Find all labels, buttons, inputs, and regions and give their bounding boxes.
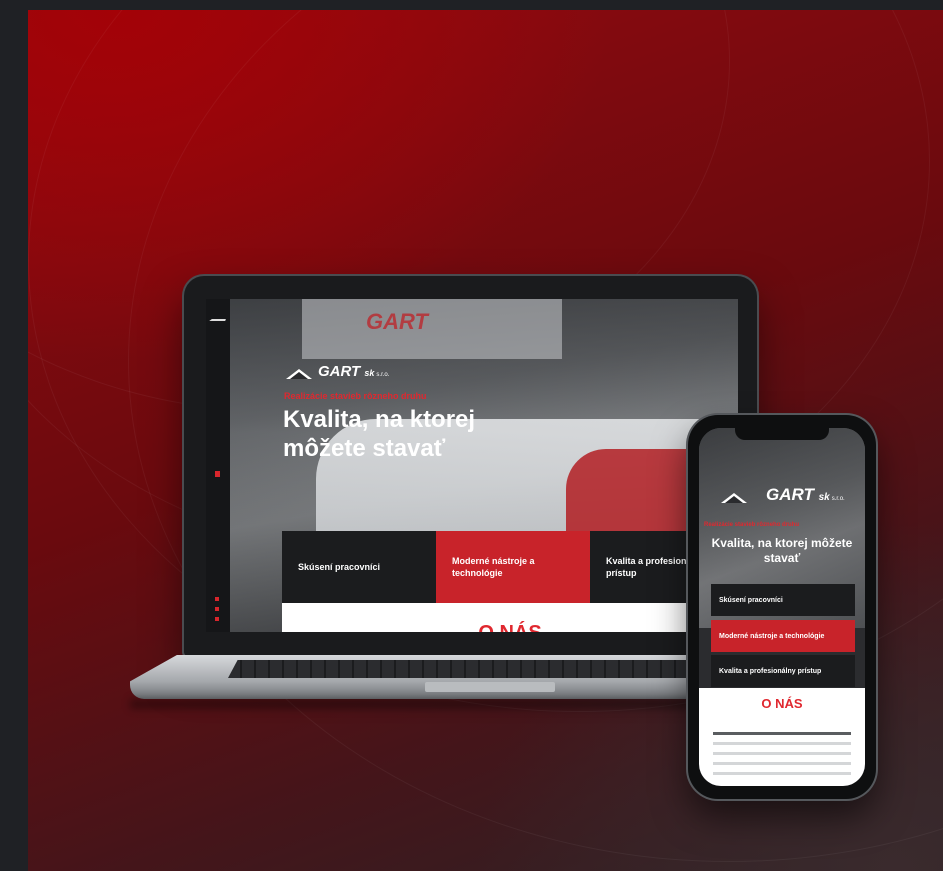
side-rail: [206, 299, 230, 632]
phone-logo-wordmark: GART sk s.r.o.: [766, 485, 845, 504]
about-text-line: [713, 772, 851, 775]
social-dot-icon[interactable]: [215, 607, 219, 611]
phone-feature-modern-tools[interactable]: Moderné nástroje a technológie: [711, 620, 855, 652]
menu-marker-icon[interactable]: [215, 471, 220, 477]
about-section: O NÁS: [282, 603, 738, 632]
social-dot-icon[interactable]: [215, 597, 219, 601]
roof-icon: [721, 489, 761, 503]
laptop-trackpad: [425, 682, 555, 692]
roof-icon: [286, 367, 312, 379]
feature-modern-tools[interactable]: Moderné nástroje a technológie: [436, 531, 590, 603]
phone-site-logo[interactable]: GART sk s.r.o.: [721, 486, 845, 503]
about-text-line: [713, 752, 851, 755]
logo-wordmark: GART sk s.r.o.: [318, 363, 390, 380]
phone-screen: GART sk s.r.o. Realizácie stavieb rôzneho…: [699, 428, 865, 786]
social-dot-icon[interactable]: [215, 617, 219, 621]
hero-tagline: Realizácie stavieb rôzneho druhu: [284, 391, 427, 401]
phone-about-title: O NÁS: [761, 696, 803, 711]
hero-title: Kvalita, na ktorej môžete stavať: [283, 406, 476, 462]
about-text-line: [713, 762, 851, 765]
about-title: O NÁS: [282, 622, 738, 632]
feature-experienced-workers[interactable]: Skúsení pracovníci: [282, 531, 436, 603]
building-sign: GART: [366, 309, 428, 334]
phone-feature-experienced-workers[interactable]: Skúsení pracovníci: [711, 584, 855, 616]
laptop-keyboard: [228, 660, 708, 678]
phone-feature-quality-approach[interactable]: Kvalita a profesionálny prístup: [711, 655, 855, 687]
about-text-line: [713, 742, 851, 745]
about-text-line: [713, 732, 851, 735]
site-logo[interactable]: GART sk s.r.o.: [286, 364, 389, 379]
phone-hero-tagline: Realizácie stavieb rôzneho druhu: [704, 522, 800, 528]
phone-about-section: O NÁS: [699, 688, 865, 786]
phone-hero-title: Kvalita, na ktorej môžete stavať: [711, 536, 853, 565]
roof-logo-icon[interactable]: [209, 311, 229, 321]
feature-strip: Skúsení pracovníci Moderné nástroje a te…: [282, 531, 738, 603]
phone-notch: [735, 426, 829, 440]
laptop-screen: GART GART sk s.r.o. Realizácie stavieb rô…: [206, 299, 738, 632]
